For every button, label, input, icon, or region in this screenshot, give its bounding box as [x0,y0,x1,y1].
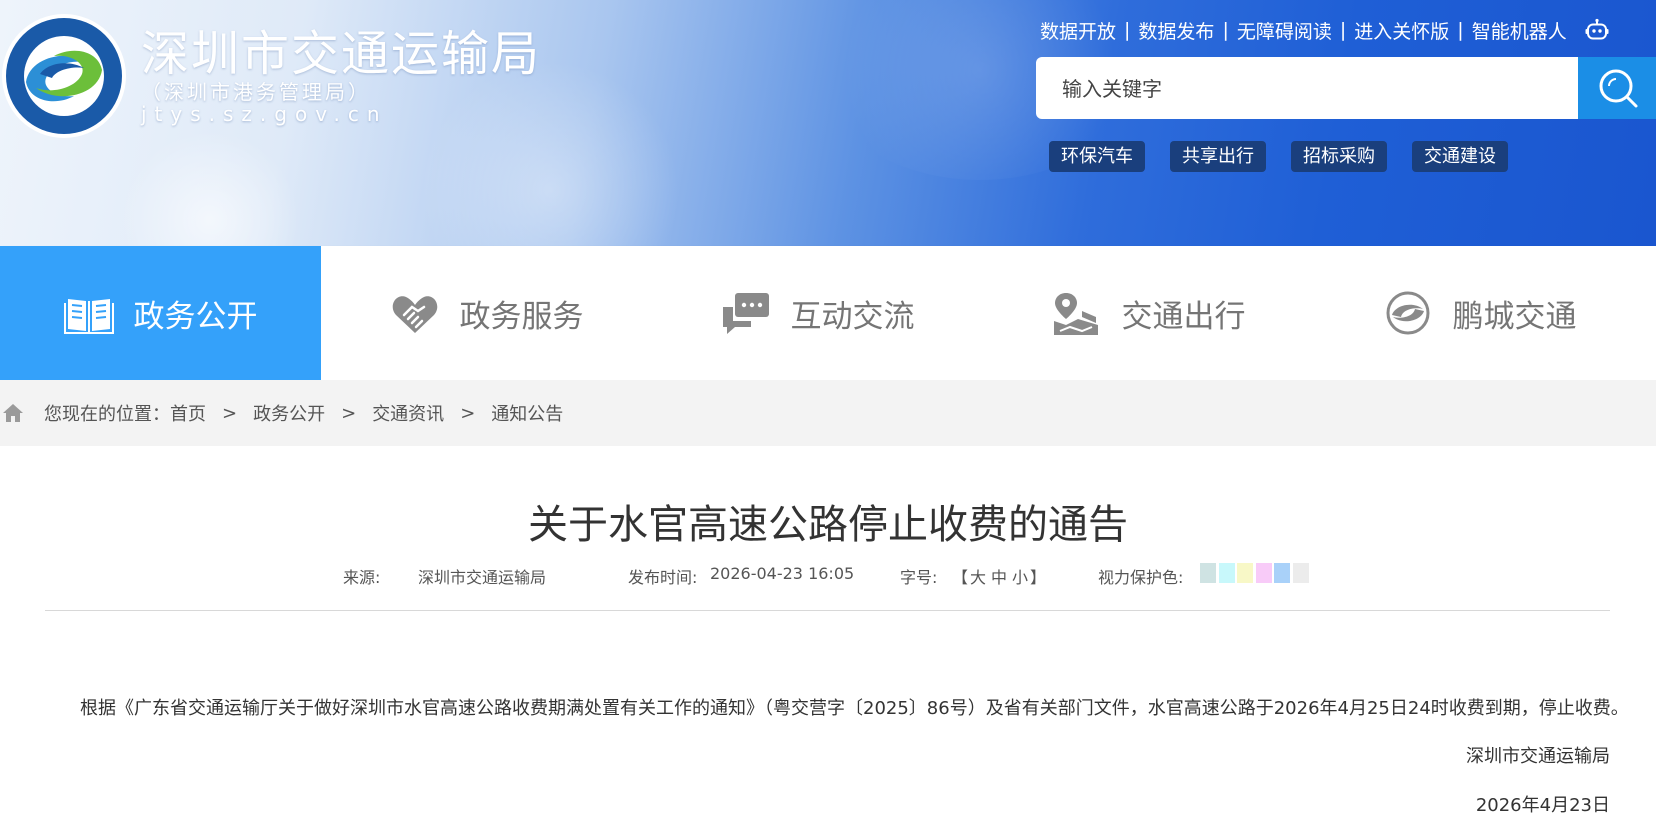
nav-label: 交通出行 [1121,298,1246,335]
nav-label: 政务公开 [133,298,258,335]
nav-label: 互动交流 [790,298,915,335]
article-signature: 深圳市交通运输局 [1466,746,1610,767]
city-logo-icon [1386,291,1429,335]
link-open-data[interactable]: 数据开放 [1040,17,1116,44]
source-label: 来源: [343,568,381,587]
title-divider [45,610,1610,611]
article-body: 根据《广东省交通运输厅关于做好深圳市水官高速公路收费期满处置有关工作的通知》（粤… [80,698,1629,719]
breadcrumb-notices[interactable]: 通知公告 [491,400,563,426]
link-smart-robot[interactable]: 智能机器人 [1472,17,1567,44]
hot-tag-eco-car[interactable]: 环保汽车 [1049,141,1145,172]
font-size-small[interactable]: 小 [1012,564,1028,588]
eye-protection-label: 视力保护色: [1098,568,1184,587]
search-icon [1599,69,1638,108]
nav-item-government-affairs[interactable]: 政务公开 [0,246,321,380]
breadcrumb: 您现在的位置： 首页 > 政务公开 > 交通资讯 > 通知公告 [0,380,1656,446]
eye-protection-swatches [1200,563,1312,583]
breadcrumb-transport-news[interactable]: 交通资讯 [372,400,444,426]
link-separator: | [1457,19,1464,41]
bureau-logo-icon[interactable] [0,12,128,140]
eye-color-swatch[interactable] [1255,563,1272,583]
font-size-bracket: 【 [952,568,969,587]
header-glow [120,130,300,246]
robot-icon[interactable] [1585,18,1609,42]
header-glow [420,60,680,246]
publish-label: 发布时间: [628,568,698,587]
nav-item-transport-travel[interactable]: 交通出行 [983,246,1314,380]
location-map-icon [1053,293,1098,335]
article-meta: 来源: 深圳市交通运输局 发布时间: 2026-04-23 16:05 字号: … [0,560,1656,590]
eye-color-swatch[interactable] [1237,563,1254,583]
handshake-heart-icon [392,296,437,333]
hot-tag-shared-travel[interactable]: 共享出行 [1170,141,1266,172]
link-separator: | [1124,19,1131,41]
site-title: 深圳市交通运输局 [141,26,542,82]
eye-color-swatch[interactable] [1274,563,1291,583]
hot-tag-procurement[interactable]: 招标采购 [1291,141,1387,172]
main-nav: 政务公开 政务服务 互动交流 交通出行 鹏城交通 [0,246,1656,380]
hot-tags: 环保汽车 共享出行 招标采购 交通建设 [1049,141,1533,172]
site-subtitle: （深圳市港务管理局） [141,80,371,104]
font-size-large[interactable]: 大 [970,564,986,588]
link-separator: | [1339,19,1347,41]
eye-color-swatch[interactable] [1218,563,1235,583]
link-data-release[interactable]: 数据发布 [1138,17,1214,44]
site-header: 深圳市交通运输局 （深圳市港务管理局） jtys.sz.gov.cn 数据开放 … [0,0,1656,246]
link-accessible-reading[interactable]: 无障碍阅读 [1237,17,1332,44]
breadcrumb-separator: > [460,402,476,424]
article-title: 关于水官高速公路停止收费的通告 [528,502,1128,548]
open-book-icon [63,299,114,334]
breadcrumb-prefix: 您现在的位置： [44,404,170,425]
nav-item-interaction[interactable]: 互动交流 [652,246,983,380]
breadcrumb-separator: > [341,402,357,424]
link-separator: | [1222,19,1229,41]
search-input[interactable] [1060,57,1564,121]
nav-item-government-services[interactable]: 政务服务 [321,246,652,380]
home-icon[interactable] [2,402,24,424]
breadcrumb-home[interactable]: 首页 [170,400,206,426]
source-value: 深圳市交通运输局 [418,568,547,587]
publish-time: 2026-04-23 16:05 [710,564,855,583]
link-care-version[interactable]: 进入关怀版 [1354,17,1449,44]
font-size-medium[interactable]: 中 [991,564,1007,588]
hot-tag-construction[interactable]: 交通建设 [1412,141,1508,172]
breadcrumb-separator: > [222,402,238,424]
chat-bubbles-icon [722,293,769,334]
search-button[interactable] [1578,57,1656,119]
site-domain: jtys.sz.gov.cn [141,102,388,126]
nav-item-pengcheng-transport[interactable]: 鹏城交通 [1314,246,1645,380]
nav-label: 鹏城交通 [1452,298,1577,335]
search-box [1036,57,1578,121]
eye-color-swatch[interactable] [1292,563,1309,583]
article-date: 2026年4月23日 [1475,795,1610,816]
top-links: 数据开放 | 数据发布 | 无障碍阅读 | 进入关怀版 | 智能机器人 [1040,16,1609,44]
font-size-label: 字号: [900,568,938,587]
eye-color-swatch[interactable] [1200,563,1216,583]
nav-label: 政务服务 [459,298,584,335]
font-size-bracket: 】 [1030,568,1047,587]
breadcrumb-government-affairs[interactable]: 政务公开 [253,400,325,426]
